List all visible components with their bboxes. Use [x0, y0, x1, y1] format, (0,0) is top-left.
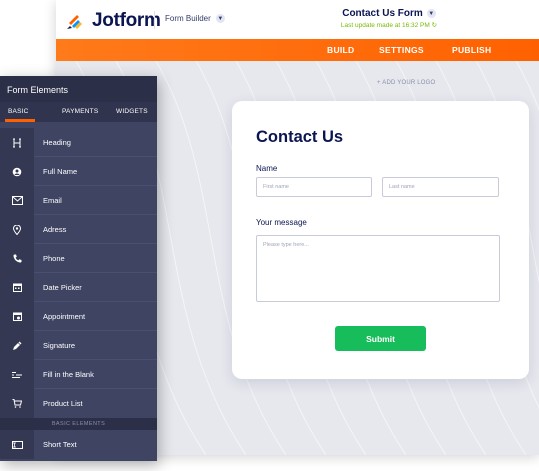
element-item-signature[interactable]: Signature	[0, 331, 157, 360]
last-name-input[interactable]: Last name	[382, 177, 499, 197]
refresh-icon: ↻	[431, 22, 438, 29]
tab-payments[interactable]: PAYMENTS	[62, 108, 98, 115]
jotform-logo-icon	[67, 15, 82, 29]
element-item-short-text[interactable]: Short Text	[0, 430, 157, 459]
chevron-down-icon: ▼	[426, 9, 436, 18]
submit-button[interactable]: Submit	[335, 326, 426, 351]
element-item-date-picker[interactable]: Date Picker	[0, 273, 157, 302]
tab-basic[interactable]: BASIC	[8, 108, 29, 115]
active-tab-indicator	[5, 119, 35, 122]
form-elements-panel: Form Elements BASIC PAYMENTS WIDGETS Hea…	[0, 76, 157, 461]
element-label: Heading	[43, 138, 71, 147]
appointment-calendar-icon	[12, 312, 22, 321]
chevron-down-icon: ▼	[215, 14, 225, 23]
form-heading: Contact Us	[256, 128, 344, 146]
element-label: Email	[43, 196, 62, 205]
form-card: Contact Us Name First name Last name You…	[232, 101, 529, 379]
envelope-icon	[11, 196, 23, 205]
form-title-area[interactable]: Contact Us Form ▼ Last update made at 16…	[314, 8, 464, 29]
element-label: Short Text	[43, 440, 77, 449]
last-update-text: Last update made at 16:32 PM	[340, 22, 430, 29]
calendar-icon	[12, 283, 22, 292]
user-icon	[12, 167, 22, 176]
element-label: Product List	[43, 399, 83, 408]
name-label: Name	[256, 164, 278, 173]
message-label: Your message	[256, 218, 307, 227]
element-label: Full Name	[43, 167, 78, 176]
form-builder-label: Form Builder	[165, 14, 211, 23]
brand-name: Jotform	[92, 10, 161, 31]
jotform-logo[interactable]: Jotform	[66, 10, 161, 32]
phone-icon	[12, 254, 21, 263]
panel-tabs: BASIC PAYMENTS WIDGETS	[0, 102, 157, 122]
fill-blank-icon	[12, 372, 22, 378]
element-item-appointment[interactable]: Appointment	[0, 302, 157, 331]
form-builder-dropdown[interactable]: Form Builder ▼	[165, 14, 225, 23]
element-item-heading[interactable]: Heading	[0, 128, 157, 157]
basic-elements-section-label: BASIC ELEMENTS	[0, 418, 157, 430]
element-item-address[interactable]: Adress	[0, 215, 157, 244]
form-title: Contact Us Form	[342, 8, 423, 19]
add-logo-link[interactable]: + ADD YOUR LOGO	[377, 80, 435, 86]
location-pin-icon	[13, 224, 21, 235]
element-label: Fill in the Blank	[43, 370, 94, 379]
element-item-fill-in-the-blank[interactable]: Fill in the Blank	[0, 360, 157, 389]
element-label: Appointment	[43, 312, 86, 321]
short-text-icon	[11, 440, 23, 449]
builder-nav-bar: BUILD SETTINGS PUBLISH	[56, 39, 539, 61]
element-item-phone[interactable]: Phone	[0, 244, 157, 273]
tab-settings[interactable]: SETTINGS	[379, 45, 424, 55]
element-label: Date Picker	[43, 283, 82, 292]
element-item-full-name[interactable]: Full Name	[0, 157, 157, 186]
panel-header: Form Elements	[0, 76, 157, 102]
first-name-input[interactable]: First name	[256, 177, 372, 197]
tab-build[interactable]: BUILD	[327, 45, 354, 55]
message-textarea[interactable]: Please type here...	[256, 235, 500, 302]
tab-widgets[interactable]: WIDGETS	[116, 108, 148, 115]
element-item-product-list[interactable]: Product List	[0, 389, 157, 418]
panel-title: Form Elements	[7, 85, 69, 95]
cart-icon	[12, 399, 22, 408]
element-label: Signature	[43, 341, 76, 350]
header-divider	[154, 11, 155, 29]
tab-publish[interactable]: PUBLISH	[452, 45, 491, 55]
top-bar: Jotform Form Builder ▼ Contact Us Form ▼…	[56, 0, 539, 39]
element-label: Phone	[43, 254, 65, 263]
pen-icon	[13, 341, 22, 350]
element-label: Adress	[43, 225, 67, 234]
element-item-email[interactable]: Email	[0, 186, 157, 215]
heading-icon	[13, 138, 21, 147]
